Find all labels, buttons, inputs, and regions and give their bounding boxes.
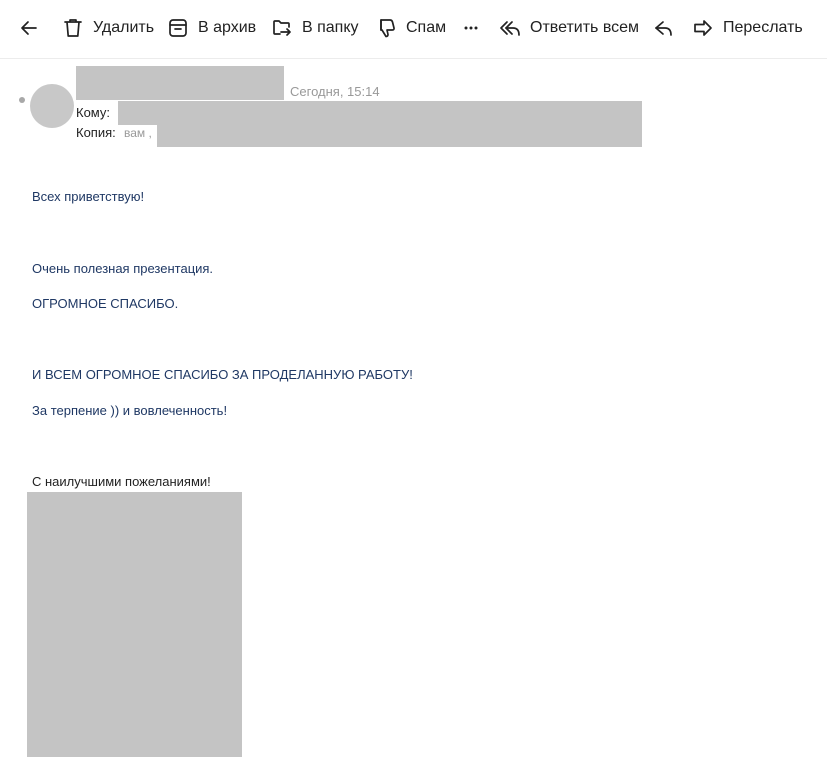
greeting-line: Всех приветствую! [32,189,145,204]
email-view: Удалить В архив В папку Спам Ответить вс… [0,0,827,757]
message-date: Сегодня, 15:14 [290,84,380,99]
more-actions-button[interactable] [460,12,482,44]
arrow-left-icon [21,21,37,35]
reply-all-label: Ответить всем [530,19,640,36]
thumbs-down-icon [380,19,395,38]
delete-button[interactable]: Удалить [62,12,154,44]
folder-move-icon [273,20,291,36]
body-line: За терпение )) и вовлеченность! [32,403,228,418]
archive-label: В архив [198,19,257,36]
archive-box-icon [169,19,187,37]
body-line: И ВСЕМ ОГРОМНОЕ СПАСИБО ЗА ПРОДЕЛАННУЮ Р… [32,367,413,382]
spam-label: Спам [406,19,447,36]
move-to-folder-button[interactable]: В папку [271,12,359,44]
message-toolbar: Удалить В архив В папку Спам Ответить вс… [0,0,827,59]
sender-avatar[interactable] [30,84,74,128]
to-label: Кому: [76,105,110,120]
ellipsis-icon [464,26,478,30]
sender-name-redacted [76,66,284,100]
signature-redacted [27,492,242,757]
trash-icon [64,19,82,37]
unread-indicator [19,97,25,103]
body-line: Очень полезная презентация. [32,261,214,276]
forward-label: Переслать [723,19,803,36]
forward-arrow-icon [694,20,712,36]
reply-all-button[interactable]: Ответить всем [499,12,639,44]
move-to-folder-label: В папку [302,19,359,36]
archive-button[interactable]: В архив [167,12,256,44]
reply-button[interactable] [653,12,675,44]
reply-icon [655,21,672,36]
delete-label: Удалить [93,19,155,36]
body-line: ОГРОМНОЕ СПАСИБО. [32,296,179,311]
reply-all-icon [500,21,520,36]
cc-label: Копия: [76,125,116,140]
signature-greeting: С наилучшими пожеланиями! [32,474,211,489]
cc-value: вам , [124,126,152,140]
cc-recipients-redacted [157,121,642,147]
forward-button[interactable]: Переслать [692,12,803,44]
back-button[interactable] [18,12,40,44]
spam-button[interactable]: Спам [375,12,446,44]
